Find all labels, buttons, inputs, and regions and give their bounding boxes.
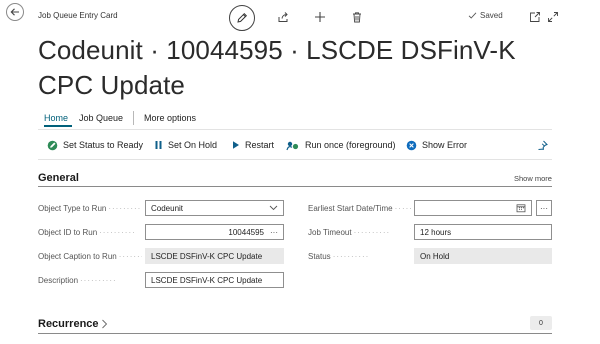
calendar-icon[interactable] [516, 203, 526, 213]
pin-icon [537, 140, 548, 151]
share-icon [277, 11, 289, 23]
status-value: On Hold [420, 251, 450, 261]
page-title: Codeunit · 10044595 · LSCDE DSFinV-K CPC… [38, 35, 516, 100]
actions-divider [38, 159, 552, 160]
general-section-divider [38, 186, 552, 187]
restart-label: Restart [245, 140, 275, 150]
object-id-field[interactable]: 10044595 ··· [145, 224, 284, 240]
set-on-hold-label: Set On Hold [168, 140, 218, 150]
tabs-divider [38, 129, 552, 130]
object-caption-label: Object Caption to Run·········· [38, 252, 142, 261]
recurrence-section-divider [38, 333, 552, 334]
object-id-value: 10044595 [228, 227, 264, 237]
object-caption-field: LSCDE DSFinV-K CPC Update [145, 248, 284, 264]
object-id-label: Object ID to Run ·········· [38, 228, 136, 237]
earliest-start-more-button[interactable]: ··· [536, 200, 552, 216]
status-label: Status ·········· [308, 252, 370, 261]
restart-button[interactable]: Restart [231, 138, 274, 152]
tab-separator [133, 111, 134, 125]
saved-label: Saved [480, 11, 503, 20]
tab-home[interactable]: Home [44, 113, 68, 123]
recurrence-section-header[interactable]: Recurrence [38, 318, 108, 330]
expand-button[interactable] [544, 8, 562, 26]
object-caption-value: LSCDE DSFinV-K CPC Update [151, 251, 263, 261]
set-status-ready-button[interactable]: Set Status to Ready [47, 138, 143, 152]
show-more-link[interactable]: Show more [514, 174, 552, 183]
chevron-down-icon [269, 205, 278, 211]
set-status-ready-label: Set Status to Ready [63, 140, 144, 150]
job-timeout-value: 12 hours [420, 227, 452, 237]
earliest-start-label: Earliest Start Date/Time·········· [308, 204, 412, 213]
page-caption: Job Queue Entry Card [38, 11, 118, 20]
back-button[interactable] [6, 3, 24, 21]
status-field: On Hold [414, 248, 552, 264]
tab-more-options[interactable]: More options [144, 113, 196, 123]
checkmark-icon [468, 11, 477, 20]
open-in-new-window-icon [529, 11, 541, 23]
pencil-icon [236, 12, 248, 24]
delete-button[interactable] [348, 8, 366, 26]
general-section-title[interactable]: General [38, 172, 79, 184]
description-value: LSCDE DSFinV-K CPC Update [151, 275, 263, 285]
job-timeout-field[interactable]: 12 hours [414, 224, 552, 240]
show-error-button[interactable]: Show Error [406, 138, 467, 152]
job-timeout-label: Job Timeout ·········· [308, 228, 391, 237]
earliest-start-field[interactable] [414, 200, 532, 216]
share-button[interactable] [274, 8, 292, 26]
new-button[interactable] [311, 8, 329, 26]
run-once-icon [286, 140, 300, 151]
run-once-foreground-button[interactable]: Run once (foreground) [286, 138, 396, 152]
recurrence-section-title: Recurrence [38, 318, 99, 330]
error-icon [406, 140, 417, 151]
play-icon [231, 140, 240, 150]
edit-button[interactable] [229, 5, 255, 31]
chevron-right-icon [101, 319, 108, 329]
plus-icon [314, 11, 326, 23]
active-tab-indicator [44, 125, 72, 127]
status-ready-icon [47, 140, 58, 151]
description-label: Description ·········· [38, 276, 117, 285]
pause-icon [154, 140, 163, 150]
tab-job-queue[interactable]: Job Queue [79, 113, 123, 123]
saved-indicator: Saved [468, 11, 503, 20]
arrow-left-icon [10, 7, 20, 17]
object-type-label: Object Type to Run ·········· [38, 204, 142, 213]
open-new-window-button[interactable] [526, 8, 544, 26]
recurrence-count-badge: 0 [530, 316, 552, 330]
description-field[interactable]: LSCDE DSFinV-K CPC Update [145, 272, 284, 288]
set-on-hold-button[interactable]: Set On Hold [154, 138, 217, 152]
show-error-label: Show Error [422, 140, 468, 150]
object-type-select[interactable]: Codeunit [145, 200, 284, 216]
object-type-value: Codeunit [151, 203, 184, 213]
run-once-label: Run once (foreground) [305, 140, 396, 150]
personalize-button[interactable] [537, 140, 548, 151]
object-id-lookup-button[interactable]: ··· [270, 228, 278, 237]
trash-icon [351, 11, 363, 23]
expand-icon [547, 11, 559, 23]
